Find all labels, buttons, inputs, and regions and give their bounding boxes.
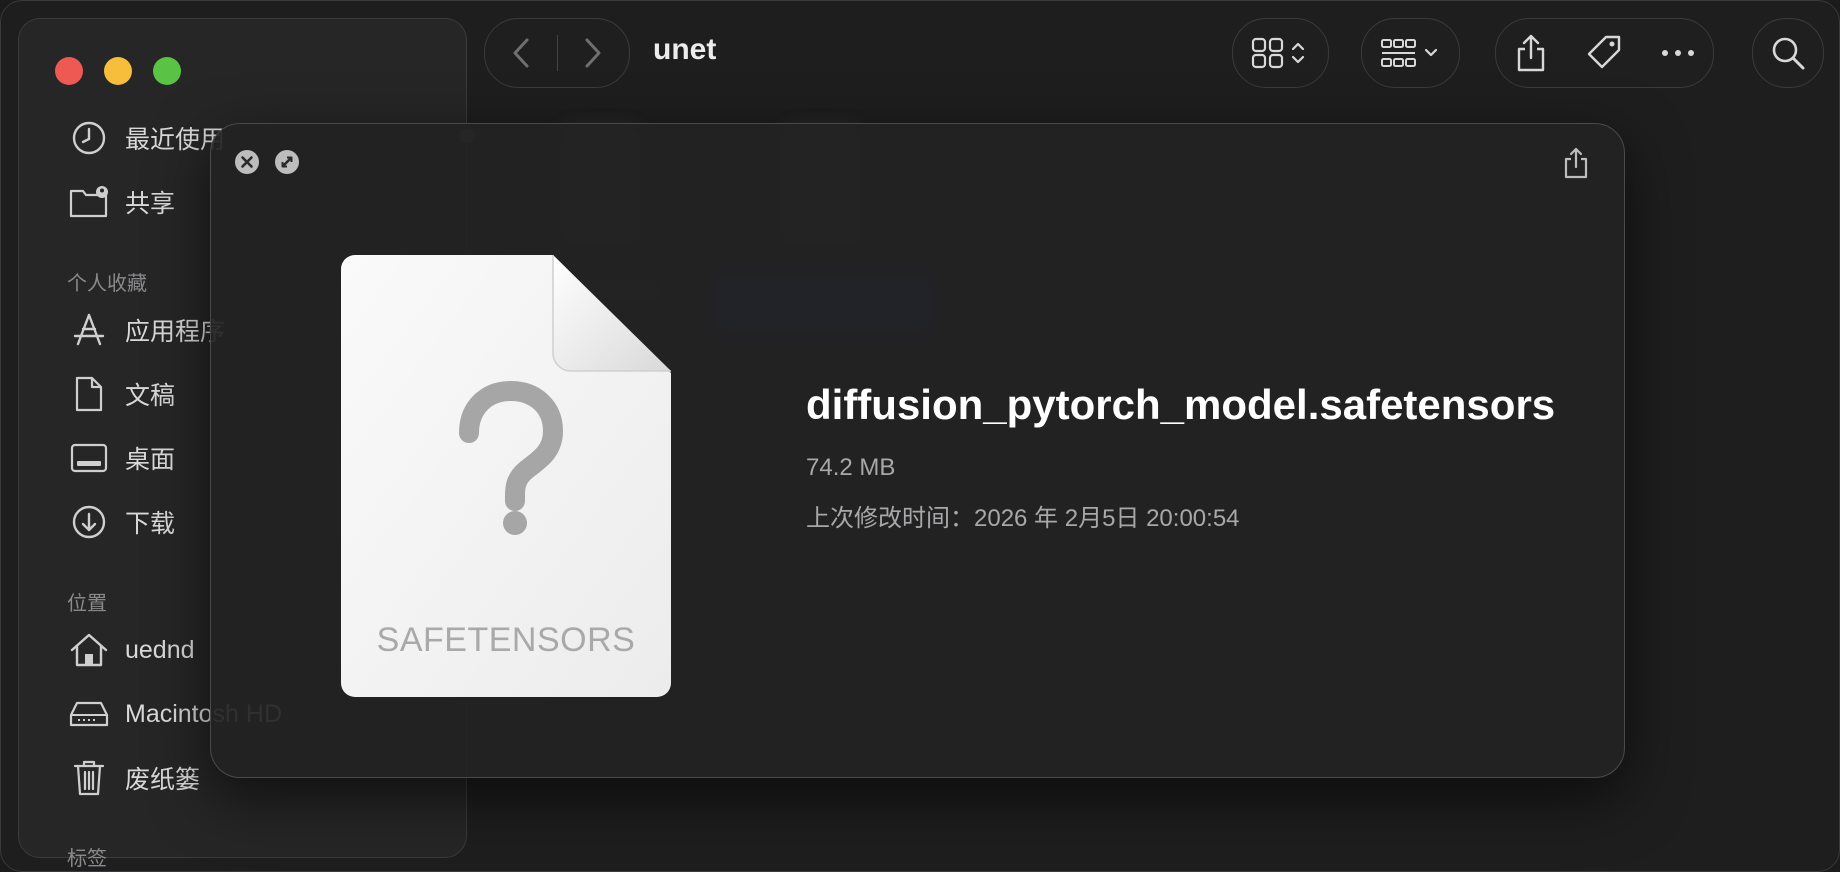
trash-icon <box>69 758 109 798</box>
navigation-group <box>484 18 630 88</box>
window-controls <box>55 57 181 85</box>
sidebar-item-label: uednd <box>125 635 195 664</box>
download-icon <box>69 502 109 542</box>
close-preview-button[interactable] <box>234 149 260 175</box>
chevron-right-icon <box>585 38 601 68</box>
share-icon[interactable] <box>1515 33 1547 73</box>
actions-group <box>1495 18 1714 88</box>
shared-folder-icon <box>69 182 109 222</box>
share-icon <box>1564 147 1588 179</box>
sidebar-item-downloads[interactable]: 下载 <box>69 498 175 546</box>
fullscreen-preview-button[interactable] <box>274 149 300 175</box>
document-icon: SAFETENSORS <box>341 255 671 697</box>
view-mode-button[interactable] <box>1232 18 1329 88</box>
tags-heading: 标签 <box>67 848 107 870</box>
sidebar-item-trash[interactable]: 废纸篓 <box>69 754 200 802</box>
sidebar-item-label: 桌面 <box>125 446 176 474</box>
sidebar-item-label: 共享 <box>125 190 176 218</box>
finder-window: 最近使用 共享 个人收藏 应用程序 文稿 桌面 下载 位置 uednd Maci… <box>0 0 1840 872</box>
group-by-button[interactable] <box>1361 18 1460 88</box>
sidebar-item-desktop[interactable]: 桌面 <box>69 434 175 482</box>
file-size: 74.2 MB <box>806 454 896 481</box>
expand-icon <box>275 150 299 174</box>
document-icon <box>69 374 109 414</box>
locations-heading: 位置 <box>67 593 107 615</box>
favorites-heading: 个人收藏 <box>67 273 147 295</box>
sidebar-item-home[interactable]: uednd <box>69 626 195 674</box>
sidebar-item-recents[interactable]: 最近使用 <box>69 114 225 162</box>
sidebar-item-label: 文稿 <box>125 382 176 410</box>
sidebar-item-label: 下载 <box>125 510 176 538</box>
hard-drive-icon <box>69 694 109 734</box>
quick-look-panel: SAFETENSORS diffusion_pytorch_model.safe… <box>210 123 1625 778</box>
tag-icon[interactable] <box>1584 33 1624 73</box>
window-title: unet <box>653 33 717 66</box>
zoom-window-button[interactable] <box>153 57 181 85</box>
grid-view-icon <box>1251 36 1311 70</box>
sidebar-item-shared[interactable]: 共享 <box>69 178 175 226</box>
back-button[interactable] <box>501 33 541 73</box>
document-type-label: SAFETENSORS <box>376 621 636 659</box>
desktop-icon <box>69 438 109 478</box>
forward-button[interactable] <box>573 33 613 73</box>
more-icon[interactable] <box>1661 48 1695 58</box>
modified-date: 上次修改时间：2026 年 2月5日 20:00:54 <box>806 505 1240 532</box>
file-name: diffusion_pytorch_model.safetensors <box>806 381 1556 428</box>
preview-share-button[interactable] <box>1558 144 1594 182</box>
applications-icon <box>69 310 109 350</box>
group-grid-icon <box>1380 36 1442 70</box>
clock-icon <box>69 118 109 158</box>
sidebar-item-documents[interactable]: 文稿 <box>69 370 175 418</box>
close-window-button[interactable] <box>55 57 83 85</box>
nav-divider <box>557 35 558 71</box>
chevron-left-icon <box>513 38 529 68</box>
close-icon <box>235 150 259 174</box>
sidebar-item-label: 废纸篓 <box>125 766 201 794</box>
minimize-window-button[interactable] <box>104 57 132 85</box>
search-icon <box>1770 35 1806 71</box>
search-button[interactable] <box>1752 18 1824 88</box>
sidebar-item-applications[interactable]: 应用程序 <box>69 306 225 354</box>
house-icon <box>69 630 109 670</box>
